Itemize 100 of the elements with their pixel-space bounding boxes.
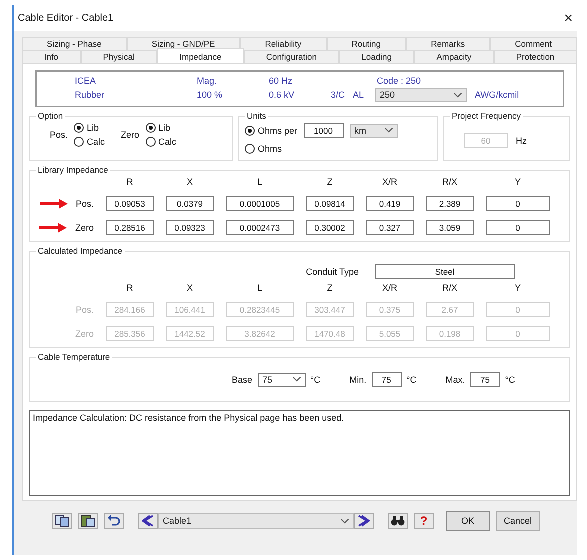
column-header: R/X (441, 283, 458, 293)
row-label: Zero (75, 328, 94, 338)
value-field[interactable]: 0.327 (366, 220, 414, 235)
conductors-text: 3/C (331, 90, 346, 100)
group-title: Units (246, 111, 268, 121)
tab[interactable]: Remarks (406, 37, 490, 50)
code-text: Code : 250 (376, 76, 422, 86)
paste-button[interactable] (78, 513, 98, 529)
double-chevron-right-icon (358, 515, 370, 527)
binoculars-icon (391, 516, 405, 526)
tab[interactable]: Loading (339, 50, 414, 63)
value-field[interactable]: 0.0379 (166, 196, 214, 211)
option-label: Pos. (50, 130, 68, 140)
column-header: R (126, 177, 134, 187)
tab[interactable]: Configuration (244, 50, 340, 63)
window-title: Cable Editor - Cable1 (18, 12, 114, 24)
row-label: Pos. (76, 198, 94, 208)
radio-button[interactable]: Ohms per (245, 126, 298, 136)
radio-button[interactable]: Calc (74, 137, 106, 147)
insulation-text: Rubber (75, 90, 106, 100)
column-header: X (186, 177, 194, 187)
max-label: Max. (446, 374, 466, 384)
min-temperature-field[interactable]: 75 (372, 372, 402, 387)
radio-button[interactable]: Ohms (245, 144, 282, 154)
chevron-icon (384, 128, 393, 133)
min-label: Min. (350, 374, 367, 384)
find-button[interactable] (388, 513, 408, 529)
column-header: Y (514, 283, 522, 293)
size-dropdown[interactable]: 250 (375, 88, 467, 102)
message-text: Impedance Calculation: DC resistance from the Physical page has been used. (33, 413, 344, 423)
tab[interactable]: Sizing - Phase (22, 37, 127, 50)
chevron-icon (454, 92, 462, 98)
value-field[interactable]: 2.389 (426, 196, 474, 211)
frequency-text: 60 Hz (269, 76, 294, 86)
value-field[interactable]: 0.0002473 (226, 220, 294, 235)
radio-button[interactable]: Calc (146, 137, 177, 147)
copy-button[interactable] (52, 513, 72, 529)
clipboard-icon (81, 515, 95, 527)
tab[interactable]: Physical (80, 50, 158, 63)
unit-label: °C (505, 374, 516, 384)
row-label: Zero (75, 222, 94, 232)
column-header: L (256, 177, 264, 187)
chevron-icon (292, 377, 301, 382)
value-field[interactable]: 0.09814 (306, 196, 354, 211)
tab[interactable]: Protection (494, 50, 578, 63)
value-field[interactable]: 0 (486, 196, 550, 211)
tab[interactable]: Info (22, 50, 81, 63)
column-header: L (256, 283, 264, 293)
tab[interactable]: Comment (490, 37, 578, 50)
length-unit-dropdown[interactable]: km (350, 124, 398, 138)
column-header: X/R (381, 283, 398, 293)
group-title: Option (37, 111, 64, 121)
unit-label: °C (406, 374, 417, 384)
unit-label: °C (310, 374, 321, 384)
tab[interactable]: Routing (326, 37, 406, 50)
tab[interactable]: Ampacity (414, 50, 494, 63)
column-header: Z (326, 177, 334, 187)
max-temperature-field[interactable]: 75 (470, 372, 500, 387)
column-header: Z (326, 283, 334, 293)
cable-dropdown[interactable]: Cable1 (158, 513, 354, 529)
dialog-button[interactable]: OK (446, 511, 490, 531)
mag-label: Mag. (197, 76, 218, 86)
double-chevron-left-icon (142, 515, 154, 527)
column-header: X (186, 283, 194, 293)
value-field[interactable]: 0.30002 (306, 220, 354, 235)
next-button[interactable] (354, 513, 374, 529)
value-field[interactable]: 0 (486, 220, 550, 235)
conduit-label: Conduit Type (306, 266, 359, 276)
material-text: AL (353, 90, 366, 100)
group-title: Calculated Impedance (37, 246, 124, 256)
value-field[interactable]: 0.0001005 (226, 196, 294, 211)
conduit-type-field[interactable]: Steel (375, 264, 515, 279)
option-label: Zero (121, 130, 140, 140)
undo-icon (107, 515, 121, 527)
tab[interactable]: Impedance (157, 48, 244, 63)
value-field[interactable]: 0.09053 (106, 196, 154, 211)
voltage-text: 0.6 kV (269, 90, 296, 100)
previous-button[interactable] (138, 513, 158, 529)
dialog-button[interactable]: Cancel (496, 511, 540, 531)
column-header: R/X (441, 177, 458, 187)
tab[interactable]: Reliability (240, 37, 327, 50)
value-field[interactable]: 0.419 (366, 196, 414, 211)
group-title: Cable Temperature (37, 352, 112, 362)
unit-label: Hz (516, 136, 527, 146)
undo-button[interactable] (104, 513, 124, 529)
radio-button[interactable]: Lib (74, 123, 106, 133)
value-field[interactable]: 0.09323 (166, 220, 214, 235)
column-header: X/R (381, 177, 398, 187)
column-header: Y (514, 177, 522, 187)
help-button[interactable]: ? (414, 513, 434, 529)
radio-button[interactable]: Lib (146, 123, 177, 133)
value-field[interactable]: 0.28516 (106, 220, 154, 235)
row-label: Pos. (76, 304, 94, 314)
column-header: R (126, 283, 134, 293)
base-temperature-dropdown[interactable]: 75 (258, 372, 306, 386)
close-button[interactable]: × (560, 10, 577, 26)
mag-value: 100 % (197, 90, 224, 100)
length-field[interactable]: 1000 (304, 123, 344, 138)
value-field[interactable]: 3.059 (426, 220, 474, 235)
standard-text: ICEA (75, 76, 98, 86)
